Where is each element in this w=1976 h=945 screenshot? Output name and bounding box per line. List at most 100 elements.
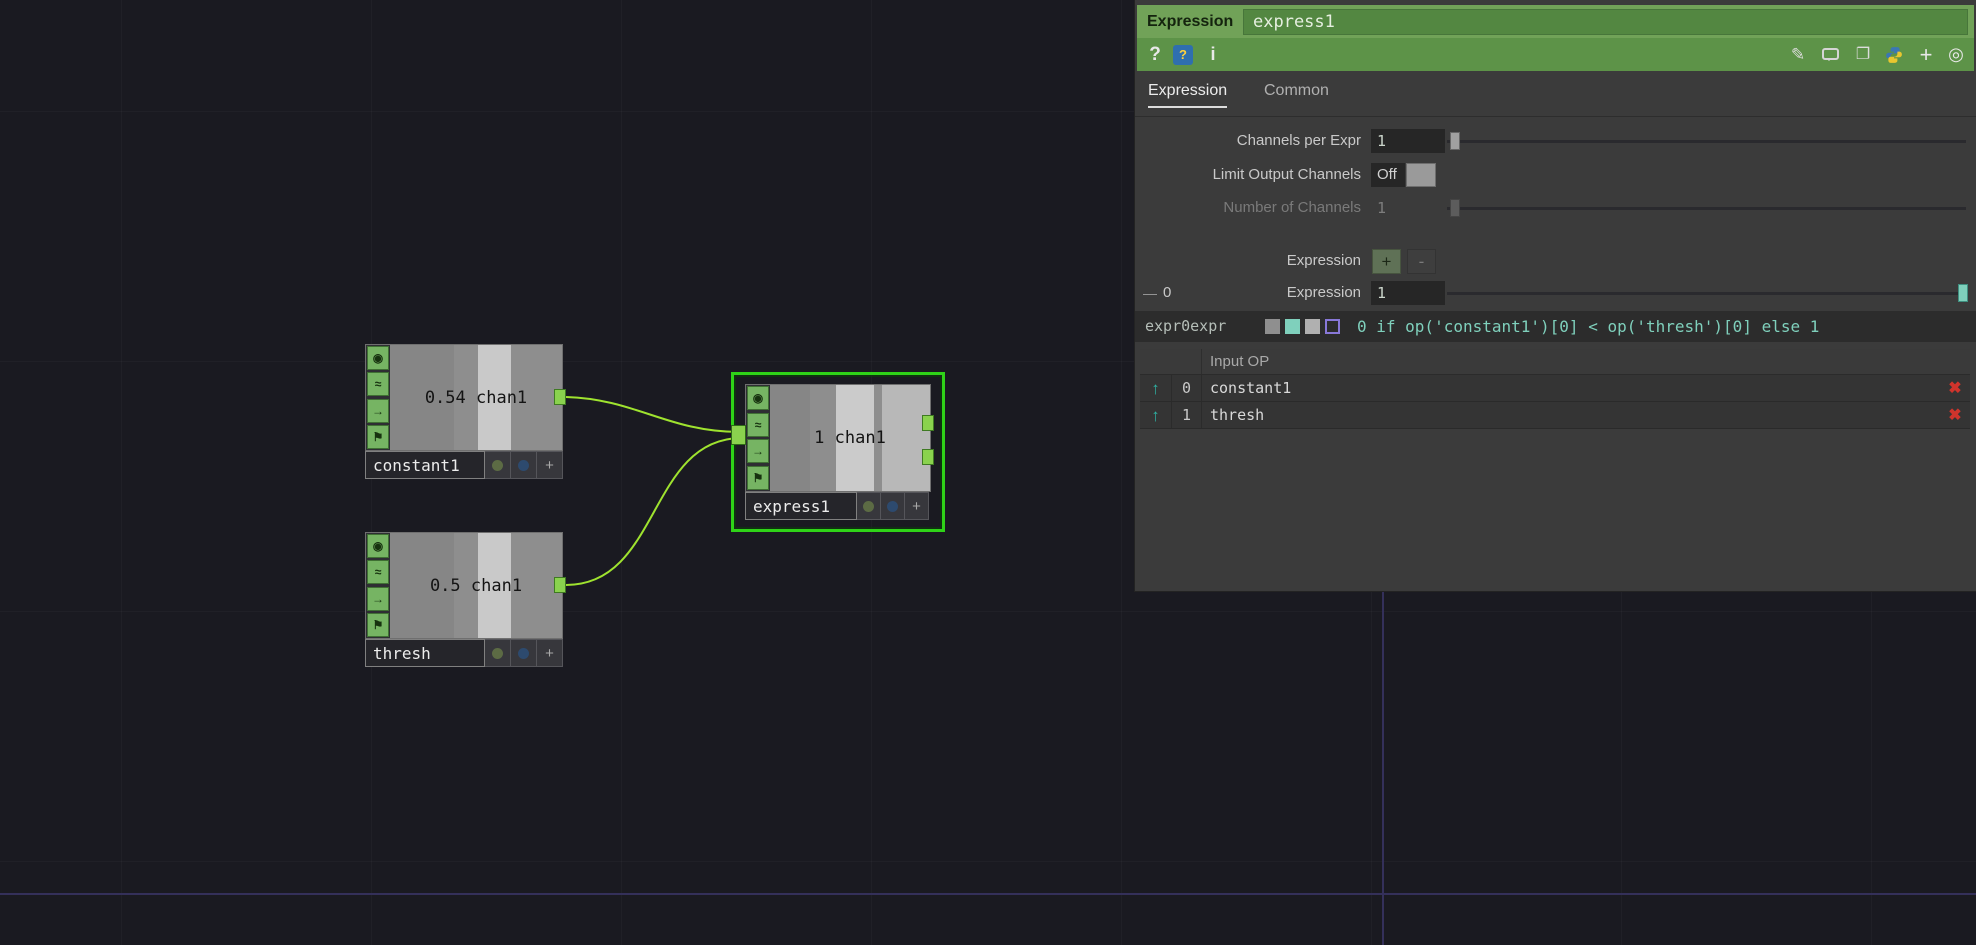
promote-arrow-icon[interactable]: ↑ xyxy=(1140,375,1172,401)
copy-parameters-icon[interactable]: ◎ xyxy=(1946,38,1966,71)
node-add-button[interactable]: + xyxy=(905,492,929,520)
olive-dot-icon xyxy=(492,460,503,471)
param-row-expression: — 0 Expression 1 xyxy=(1135,278,1976,308)
output-connector[interactable] xyxy=(554,577,566,593)
expression-param-row: expr0expr 0 if op('constant1')[0] < op('… xyxy=(1135,311,1976,342)
input-op-name[interactable]: constant1 xyxy=(1202,375,1940,401)
graph-flag-icon[interactable]: ≈ xyxy=(367,560,389,584)
node-name[interactable]: express1 xyxy=(745,492,857,520)
row-index: 1 xyxy=(1172,402,1202,428)
node-comment-dot[interactable] xyxy=(511,451,537,479)
comment-icon[interactable] xyxy=(1822,48,1839,60)
slider-handle[interactable] xyxy=(1958,284,1968,302)
channels-per-expr-field[interactable]: 1 xyxy=(1371,129,1445,153)
input-connector[interactable] xyxy=(731,425,746,445)
bypass-flag-icon[interactable]: ⚑ xyxy=(747,466,769,490)
delete-row-icon[interactable]: ✖ xyxy=(1940,402,1970,428)
node-value-display: 1 chan1 xyxy=(770,385,930,491)
wire-constant1-express1[interactable] xyxy=(566,397,740,432)
copy-icon[interactable]: ❐ xyxy=(1853,38,1873,71)
node-comment-dot[interactable] xyxy=(881,492,905,520)
node-value-display: 0.54 chan1 xyxy=(390,345,562,450)
pencil-icon[interactable]: ✎ xyxy=(1788,38,1808,71)
node-flags: ◉ ≈ → ⚑ xyxy=(366,345,390,450)
remove-expression-button[interactable]: - xyxy=(1407,249,1436,274)
promote-arrow-icon[interactable]: ↑ xyxy=(1140,402,1172,428)
help-icon[interactable]: ? xyxy=(1147,38,1163,71)
node-constant1[interactable]: ◉ ≈ → ⚑ 0.54 chan1 constant1 + xyxy=(365,344,563,479)
plus-icon: + xyxy=(912,498,921,515)
param-label: Limit Output Channels xyxy=(1135,160,1361,190)
param-mode-constant[interactable] xyxy=(1265,319,1280,334)
param-mode-expression[interactable] xyxy=(1285,319,1300,334)
blue-dot-icon xyxy=(887,501,898,512)
node-comment-dot[interactable] xyxy=(511,639,537,667)
table-row[interactable]: ↑ 1 thresh ✖ xyxy=(1140,402,1970,429)
expression-value-field[interactable]: 1 xyxy=(1371,281,1445,305)
bypass-flag-icon[interactable]: ⚑ xyxy=(367,613,389,637)
node-color-dot[interactable] xyxy=(485,451,511,479)
node-color-dot[interactable] xyxy=(857,492,881,520)
graph-flag-icon[interactable]: ≈ xyxy=(367,372,389,396)
table-header-blank xyxy=(1140,349,1202,374)
export-flag-icon[interactable]: → xyxy=(367,399,389,423)
node-viewer: 0.54 chan1 xyxy=(390,345,562,450)
export-flag-icon[interactable]: → xyxy=(367,587,389,611)
export-flag-icon[interactable]: → xyxy=(747,439,769,463)
node-express1[interactable]: ◉ ≈ → ⚑ 1 chan1 express1 + xyxy=(731,372,945,532)
tab-expression[interactable]: Expression xyxy=(1148,82,1227,108)
limit-output-field[interactable]: Off xyxy=(1371,163,1405,187)
param-label: Channels per Expr xyxy=(1135,126,1361,156)
expression-input[interactable]: 0 if op('constant1')[0] < op('thresh')[0… xyxy=(1357,311,1968,342)
param-row-channels-per-expr: Channels per Expr 1 xyxy=(1135,126,1976,156)
node-viewer: 1 chan1 xyxy=(770,385,930,491)
node-viewer: 0.5 chan1 xyxy=(390,533,562,638)
op-type-label: Expression xyxy=(1147,5,1233,38)
parameter-panel: Expression express1 ? ? i ✎ ❐ + ◎ Expres… xyxy=(1134,0,1976,592)
toggle-button[interactable] xyxy=(1406,163,1436,187)
node-color-dot[interactable] xyxy=(485,639,511,667)
slider-handle[interactable] xyxy=(1450,132,1460,150)
slider-track[interactable] xyxy=(1447,292,1966,295)
param-mode-export[interactable] xyxy=(1305,319,1320,334)
info-icon[interactable]: i xyxy=(1207,38,1219,71)
output-connector[interactable] xyxy=(922,415,934,431)
node-add-button[interactable]: + xyxy=(537,639,563,667)
output-connector[interactable] xyxy=(554,389,566,405)
input-op-name[interactable]: thresh xyxy=(1202,402,1940,428)
delete-row-icon[interactable]: ✖ xyxy=(1940,375,1970,401)
node-body[interactable]: ◉ ≈ → ⚑ 1 chan1 xyxy=(745,384,931,492)
tab-common[interactable]: Common xyxy=(1264,82,1329,108)
param-row-limit-output-channels: Limit Output Channels Off xyxy=(1135,160,1976,190)
node-thresh[interactable]: ◉ ≈ → ⚑ 0.5 chan1 thresh + xyxy=(365,532,563,667)
graph-flag-icon[interactable]: ≈ xyxy=(747,413,769,437)
output-connector-2[interactable] xyxy=(922,449,934,465)
node-flags: ◉ ≈ → ⚑ xyxy=(366,533,390,638)
node-add-button[interactable]: + xyxy=(537,451,563,479)
node-name[interactable]: thresh xyxy=(365,639,485,667)
python-help-icon[interactable]: ? xyxy=(1173,45,1193,65)
param-row-number-of-channels: Number of Channels 1 xyxy=(1135,193,1976,223)
blue-dot-icon xyxy=(518,460,529,471)
add-icon[interactable]: + xyxy=(1916,38,1936,71)
olive-dot-icon xyxy=(492,648,503,659)
op-name-field[interactable]: express1 xyxy=(1243,9,1968,35)
bypass-flag-icon[interactable]: ⚑ xyxy=(367,425,389,449)
param-mode-bind[interactable] xyxy=(1325,319,1340,334)
add-expression-button[interactable]: + xyxy=(1372,249,1401,274)
python-icon[interactable] xyxy=(1885,46,1903,64)
panel-header: Expression express1 xyxy=(1137,5,1974,38)
wire-thresh-express1[interactable] xyxy=(566,438,740,585)
node-body[interactable]: ◉ ≈ → ⚑ 0.54 chan1 xyxy=(365,344,563,451)
node-name[interactable]: constant1 xyxy=(365,451,485,479)
plus-icon: + xyxy=(545,645,554,662)
row-index: 0 xyxy=(1172,375,1202,401)
node-body[interactable]: ◉ ≈ → ⚑ 0.5 chan1 xyxy=(365,532,563,639)
table-row[interactable]: ↑ 0 constant1 ✖ xyxy=(1140,375,1970,402)
viewer-flag-icon[interactable]: ◉ xyxy=(367,346,389,370)
tab-separator xyxy=(1135,116,1976,117)
viewer-flag-icon[interactable]: ◉ xyxy=(747,386,769,410)
slider-track[interactable] xyxy=(1447,140,1966,143)
viewer-flag-icon[interactable]: ◉ xyxy=(367,534,389,558)
sequence-header-label: Expression xyxy=(1135,246,1361,276)
